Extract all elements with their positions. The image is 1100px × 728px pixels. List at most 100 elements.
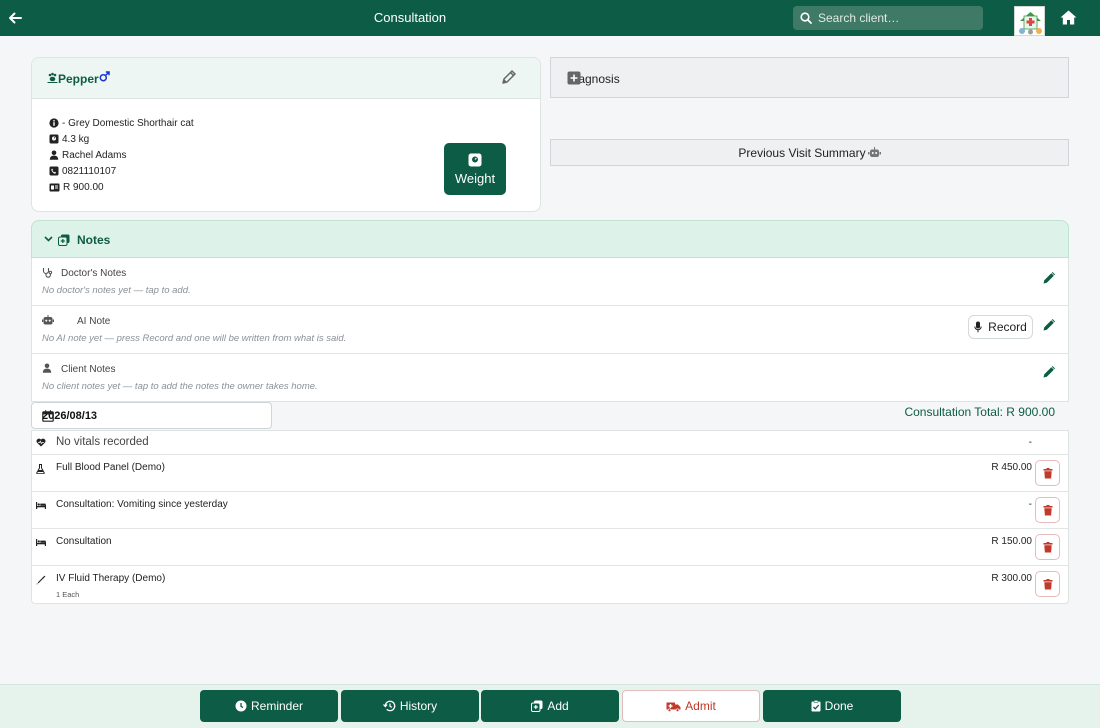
notes-icon — [58, 234, 70, 246]
admit-label: Admit — [685, 699, 716, 713]
vitals-row[interactable]: No vitals recorded - — [32, 431, 1068, 455]
item-price: R 450.00 — [991, 462, 1032, 473]
stethoscope-icon — [42, 267, 53, 278]
add-button[interactable]: Add — [481, 690, 619, 722]
breed-row: - Grey Domestic Shorthair cat — [49, 116, 194, 130]
client-search[interactable] — [793, 6, 983, 30]
item-name: Consultation: Vomiting since yesterday — [56, 499, 228, 510]
patient-card: Pepper - Grey Domestic Shorthair cat 4.3… — [31, 57, 541, 212]
heart-icon — [36, 438, 46, 447]
diagnosis-panel[interactable]: Diagnosis — [550, 57, 1069, 98]
robot-icon — [42, 315, 54, 325]
add-item-icon — [531, 700, 543, 712]
phone-icon — [49, 166, 59, 176]
home-icon[interactable] — [1060, 10, 1077, 25]
previous-visit-summary-button[interactable]: Previous Visit Summary — [550, 139, 1069, 166]
consultation-total: Consultation Total: R 900.00 — [904, 405, 1055, 419]
balance-row: R 900.00 — [49, 180, 104, 194]
delete-item-button[interactable] — [1035, 571, 1060, 597]
patient-header: Pepper — [32, 58, 540, 99]
ai-note-title: AI Note — [77, 316, 111, 327]
info-icon — [49, 118, 59, 128]
clinic-logo — [1014, 6, 1045, 36]
delete-item-button[interactable] — [1035, 497, 1060, 523]
notes-title: Notes — [77, 233, 111, 247]
bottom-action-bar: Reminder History Add Admit Done — [0, 684, 1100, 728]
trash-icon — [1043, 541, 1052, 552]
weight-button-label: Weight — [454, 171, 496, 186]
doctor-notes-row[interactable]: Doctor's Notes No doctor's notes yet — t… — [31, 258, 1069, 306]
add-diagnosis-icon[interactable] — [567, 71, 1042, 85]
owner-name: Rachel Adams — [62, 149, 127, 161]
top-bar: Consultation — [0, 0, 1100, 36]
robot-icon — [867, 147, 881, 157]
line-items-list: No vitals recorded - Full Blood Panel (D… — [31, 430, 1069, 604]
syringe-icon — [36, 575, 46, 585]
edit-ai-note-icon[interactable] — [1042, 318, 1056, 332]
item-name: No vitals recorded — [56, 436, 149, 448]
line-item-row[interactable]: Full Blood Panel (Demo) R 450.00 — [32, 455, 1068, 492]
history-label: History — [399, 699, 438, 713]
item-name: IV Fluid Therapy (Demo) — [56, 573, 166, 584]
scale-icon — [49, 134, 59, 144]
paw-icon — [47, 72, 58, 83]
doctor-notes-title: Doctor's Notes — [61, 268, 127, 279]
notes-section-header[interactable]: Notes — [31, 220, 1069, 258]
doctor-notes-text: No doctor's notes yet — tap to add. — [42, 285, 191, 296]
ai-note-row[interactable]: AI Note No AI note yet — press Record an… — [31, 306, 1069, 354]
chevron-down-icon — [44, 236, 53, 242]
item-name: Full Blood Panel (Demo) — [56, 462, 165, 473]
clock-icon — [235, 700, 247, 712]
item-quantity: 1 Each — [56, 590, 80, 599]
history-button[interactable]: History — [341, 690, 479, 722]
reminder-button[interactable]: Reminder — [200, 690, 338, 722]
history-icon — [382, 700, 396, 712]
item-price: R 300.00 — [991, 573, 1032, 584]
account-balance: R 900.00 — [63, 181, 104, 193]
admit-button[interactable]: Admit — [622, 690, 760, 722]
owner-row: Rachel Adams — [49, 148, 126, 162]
edit-client-notes-icon[interactable] — [1042, 365, 1056, 379]
done-button[interactable]: Done — [763, 690, 901, 722]
reminder-label: Reminder — [250, 699, 304, 713]
page-title: Consultation — [373, 10, 447, 25]
patient-weight: 4.3 kg — [62, 133, 90, 145]
item-price: R 150.00 — [991, 536, 1032, 547]
search-input[interactable] — [818, 9, 976, 27]
edit-doctor-notes-icon[interactable] — [1042, 271, 1056, 285]
add-label: Add — [547, 699, 569, 713]
client-notes-row[interactable]: Client Notes No client notes yet — tap t… — [31, 354, 1069, 402]
user-icon — [42, 363, 52, 373]
weight-row: 4.3 kg — [49, 132, 89, 146]
item-price: - — [1028, 437, 1032, 448]
scale-icon — [468, 153, 482, 167]
patient-breed: - Grey Domestic Shorthair cat — [62, 117, 194, 129]
delete-item-button[interactable] — [1035, 534, 1060, 560]
edit-patient-icon[interactable] — [501, 69, 517, 85]
line-item-row[interactable]: Consultation: Vomiting since yesterday - — [32, 492, 1068, 529]
user-icon — [49, 150, 59, 160]
search-icon — [800, 12, 812, 24]
item-price: - — [1028, 499, 1032, 510]
phone-row: 0821110107 — [49, 164, 116, 178]
trash-icon — [1043, 467, 1052, 478]
consultation-date-input[interactable]: 2026/08/13 — [31, 402, 272, 429]
line-item-row[interactable]: IV Fluid Therapy (Demo) 1 Each R 300.00 — [32, 566, 1068, 603]
weight-button[interactable]: Weight — [444, 143, 506, 195]
calendar-icon[interactable] — [42, 410, 260, 422]
bed-icon — [36, 501, 46, 509]
done-label: Done — [824, 699, 854, 713]
record-label: Record — [988, 320, 1027, 334]
bed-icon — [36, 538, 46, 546]
line-item-row[interactable]: Consultation R 150.00 — [32, 529, 1068, 566]
flask-icon — [36, 464, 45, 474]
trash-icon — [1043, 504, 1052, 515]
delete-item-button[interactable] — [1035, 460, 1060, 486]
microphone-icon — [974, 321, 982, 333]
ai-note-text: No AI note yet — press Record and one wi… — [42, 333, 347, 344]
record-button[interactable]: Record — [968, 315, 1033, 339]
ambulance-icon — [666, 702, 681, 712]
client-notes-text: No client notes yet — tap to add the not… — [42, 381, 318, 392]
patient-name: Pepper — [58, 72, 99, 86]
clipboard-check-icon — [811, 700, 821, 712]
